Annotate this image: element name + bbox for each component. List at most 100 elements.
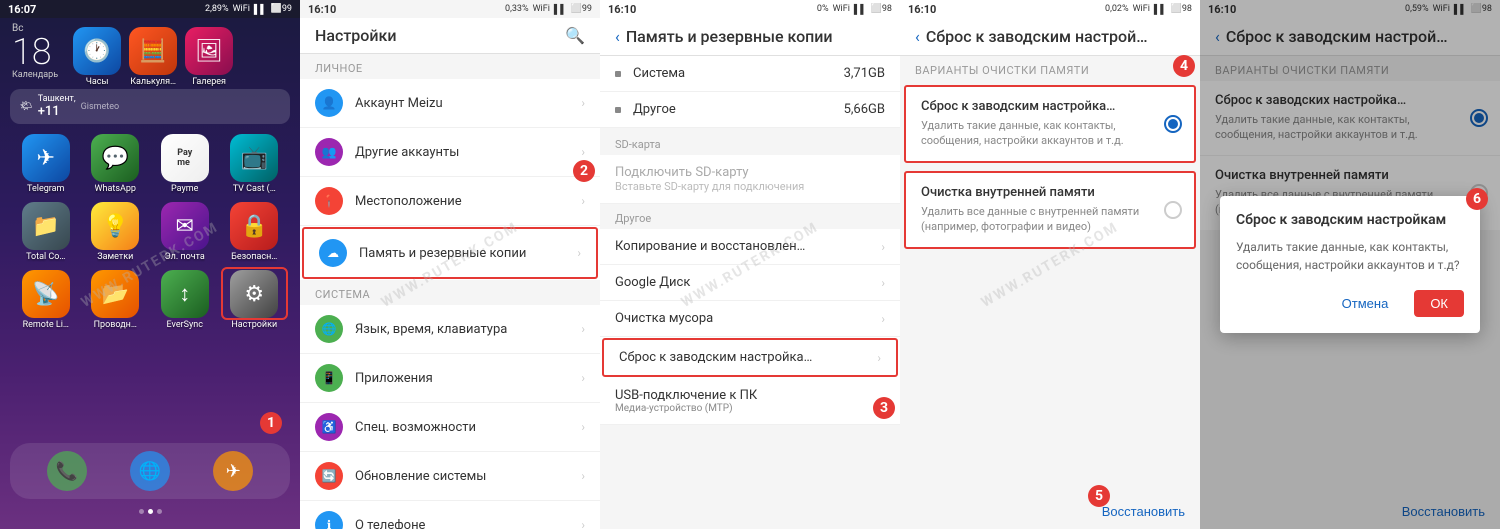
- gdrive-item[interactable]: Google Диск: [600, 265, 900, 301]
- cleanup-chevron: [881, 312, 885, 326]
- signal-memory: ▌▌: [854, 4, 867, 15]
- screen-dialog: 16:10 0,59% WiFi ▌▌ ⬜98 Сброс к заводски…: [1200, 0, 1500, 529]
- location-text: Местоположение: [355, 194, 581, 209]
- battery-pct-settings: 0,33%: [505, 4, 529, 14]
- total-label: Total Co…: [26, 252, 65, 262]
- dialog-buttons: Отмена ОК: [1236, 290, 1464, 317]
- dock-browser[interactable]: 🌐: [130, 451, 170, 491]
- factory-radio[interactable]: [1164, 115, 1182, 133]
- payme-app[interactable]: Payme Payme: [154, 134, 216, 194]
- remote-icon: 📡: [22, 270, 70, 318]
- update-text: Обновление системы: [355, 469, 581, 484]
- ok-button[interactable]: ОК: [1414, 290, 1464, 317]
- dock-phone[interactable]: 📞: [47, 451, 87, 491]
- backup-item[interactable]: Копирование и восстановлен…: [600, 229, 900, 265]
- settings-item-apps[interactable]: 📱 Приложения: [300, 354, 600, 403]
- settings-item-access[interactable]: ♿ Спец. возможности: [300, 403, 600, 452]
- usb-item[interactable]: USB-подключение к ПК Медиа-устройство (М…: [600, 378, 900, 425]
- other-section: Копирование и восстановлен… Google Диск …: [600, 229, 900, 425]
- back-button-memory[interactable]: [615, 26, 620, 47]
- dialog-text: Удалить такие данные, как контакты, сооб…: [1236, 238, 1464, 274]
- memory-content: Система 3,71GB Другое 5,66GB SD-карта По…: [600, 56, 900, 529]
- wifi-memory: WiFi: [833, 4, 850, 14]
- usb-text: USB-подключение к ПК: [615, 388, 885, 403]
- security-app[interactable]: 🔒 Безопасн…: [224, 202, 286, 262]
- email-app[interactable]: ✉ Эл. почта: [154, 202, 216, 262]
- calc-app[interactable]: 🧮 Калькуля…: [129, 27, 177, 87]
- meizu-icon: 👤: [315, 89, 343, 117]
- access-icon: ♿: [315, 413, 343, 441]
- battery-pct-reset: 0,02%: [1105, 4, 1129, 14]
- settings-item-accounts[interactable]: 👥 Другие аккаунты: [300, 128, 600, 177]
- total-app[interactable]: 📁 Total Co…: [15, 202, 77, 262]
- settings-item-location[interactable]: 📍 Местоположение: [300, 177, 600, 226]
- factory-reset-title: Сброс к заводским настройка…: [921, 99, 1154, 114]
- telegram-app[interactable]: ✈ Telegram: [15, 134, 77, 194]
- clock-icon: 🕐: [73, 27, 121, 75]
- system-text: Система: [633, 66, 844, 81]
- weather-city: Ташкент,: [38, 94, 76, 104]
- app-grid: ✈ Telegram 💬 WhatsApp Payme Payme 📺 TV C…: [0, 129, 300, 335]
- restore-button[interactable]: Восстановить: [1102, 504, 1185, 519]
- about-chevron: [581, 518, 585, 529]
- step-4: 4: [1173, 55, 1195, 77]
- wifi-settings: WiFi: [533, 4, 550, 14]
- dock: 📞 🌐 ✈: [10, 443, 290, 499]
- sd-text: Подключить SD-карту: [615, 165, 885, 180]
- calendar-label: Календарь: [12, 70, 58, 80]
- settings-page-title: Настройки: [315, 26, 396, 45]
- whatsapp-label: WhatsApp: [95, 184, 136, 194]
- sd-desc: Вставьте SD-карту для подключения: [615, 180, 885, 193]
- section-system: Система: [300, 280, 600, 305]
- back-button-reset[interactable]: [915, 26, 920, 47]
- gallery-label: Галерея: [192, 77, 226, 87]
- confirm-dialog: Сброс к заводским настройкам Удалить так…: [1220, 196, 1480, 333]
- settings-item-meizu[interactable]: 👤 Аккаунт Meizu: [300, 79, 600, 128]
- signal-settings: ▌▌: [554, 4, 567, 15]
- cancel-button[interactable]: Отмена: [1326, 290, 1405, 317]
- internal-radio[interactable]: [1164, 201, 1182, 219]
- settings-header: Настройки 🔍: [300, 18, 600, 54]
- clock-app[interactable]: 🕐 Часы: [73, 27, 121, 87]
- settings-app[interactable]: ⚙ Настройки: [224, 270, 286, 330]
- access-text: Спец. возможности: [355, 420, 581, 435]
- reset-item[interactable]: Сброс к заводским настройка…: [602, 338, 898, 377]
- status-bar-reset: 16:10 0,02% WiFi ▌▌ ⬜98: [900, 0, 1200, 18]
- reset-option-internal[interactable]: Очистка внутренней памяти Удалить все да…: [904, 171, 1196, 249]
- lang-chevron: [581, 322, 585, 336]
- notes-app[interactable]: 💡 Заметки: [85, 202, 147, 262]
- clock-label: Часы: [86, 77, 109, 87]
- tv-app[interactable]: 📺 TV Cast (…: [224, 134, 286, 194]
- status-bar-memory: 16:10 0% WiFi ▌▌ ⬜98: [600, 0, 900, 18]
- status-bar-home: 16:07 2,89% WiFi ▌▌ ⬜99: [0, 0, 300, 18]
- security-icon: 🔒: [230, 202, 278, 250]
- settings-item-update[interactable]: 🔄 Обновление системы: [300, 452, 600, 501]
- screen-reset: 16:10 0,02% WiFi ▌▌ ⬜98 Сброс к заводски…: [900, 0, 1200, 529]
- sd-item[interactable]: Подключить SD-карту Вставьте SD-карту дл…: [600, 155, 900, 204]
- eversync-app[interactable]: ↕ EverSync: [154, 270, 216, 330]
- remote-app[interactable]: 📡 Remote Li…: [15, 270, 77, 330]
- search-icon[interactable]: 🔍: [565, 26, 585, 45]
- gdrive-chevron: [881, 276, 885, 290]
- settings-item-about[interactable]: ℹ О телефоне: [300, 501, 600, 529]
- battery-settings: ⬜99: [571, 4, 592, 14]
- apps-icon: 📱: [315, 364, 343, 392]
- reset-section-label: Варианты очистки памяти: [900, 56, 1200, 81]
- other-dot: [615, 107, 621, 113]
- location-chevron: [581, 194, 585, 208]
- gallery-app[interactable]: 🖼 Галерея: [185, 27, 233, 87]
- settings-item-lang[interactable]: 🌐 Язык, время, клавиатура: [300, 305, 600, 354]
- email-icon: ✉: [161, 202, 209, 250]
- reset-option-factory[interactable]: Сброс к заводским настройка… Удалить так…: [904, 85, 1196, 163]
- battery-percent-home: 2,89%: [205, 4, 229, 14]
- files-app[interactable]: 📂 Проводн…: [85, 270, 147, 330]
- settings-item-memory[interactable]: ☁ Память и резервные копии: [302, 227, 598, 279]
- memory-text: Память и резервные копии: [359, 246, 577, 261]
- other-section-label: Другое: [600, 204, 900, 229]
- whatsapp-app[interactable]: 💬 WhatsApp: [85, 134, 147, 194]
- access-chevron: [581, 420, 585, 434]
- dock-maps[interactable]: ✈: [213, 451, 253, 491]
- update-icon: 🔄: [315, 462, 343, 490]
- notes-icon: 💡: [91, 202, 139, 250]
- cleanup-item[interactable]: Очистка мусора: [600, 301, 900, 337]
